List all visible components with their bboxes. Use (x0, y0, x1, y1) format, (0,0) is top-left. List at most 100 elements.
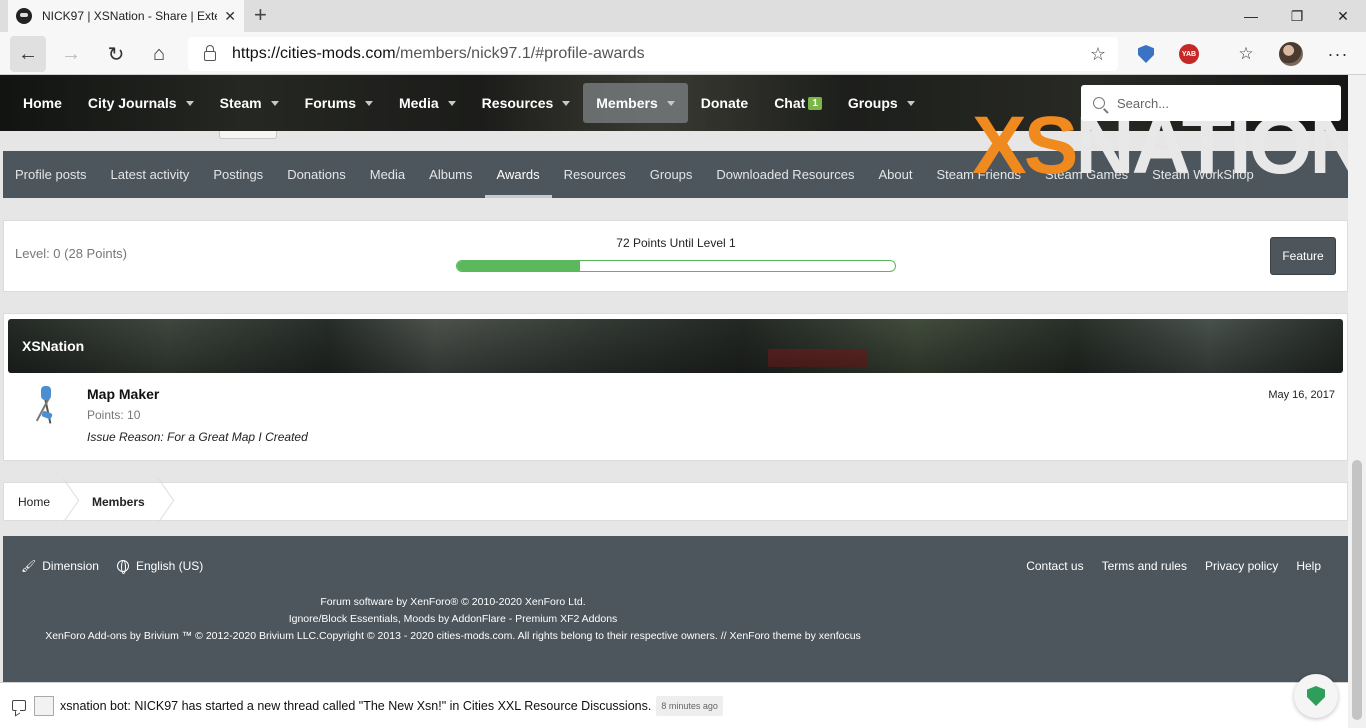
breadcrumb-home[interactable]: Home (4, 483, 72, 520)
profile-avatar-icon[interactable] (1279, 42, 1303, 66)
chat-icon[interactable] (12, 700, 26, 711)
url-text[interactable]: https://cities-mods.com/members/nick97.1… (232, 45, 645, 63)
address-bar[interactable]: https://cities-mods.com/members/nick97.1… (188, 37, 1118, 71)
footer-line-xenforo[interactable]: Forum software by XenForo® © 2010-2020 X… (3, 594, 903, 611)
nav-item-label[interactable]: Donate (701, 95, 748, 111)
forward-arrow-icon[interactable]: → (53, 36, 89, 72)
chevron-down-icon[interactable] (185, 100, 194, 106)
browser-tab-bar: NICK97 | XSNation - Share | Exte ✕ + — ❐… (0, 0, 1366, 32)
site-search[interactable] (1081, 85, 1341, 121)
maximize-icon[interactable]: ❐ (1274, 0, 1320, 32)
tab-close-icon[interactable]: ✕ (224, 8, 236, 25)
site-footer: 🖌 Dimension English (US) Contact us Term… (3, 536, 1348, 682)
search-input[interactable] (1117, 95, 1317, 111)
tab-latest-activity[interactable]: Latest activity (99, 151, 202, 198)
chat-message[interactable]: xsnation bot: NICK97 has started a new t… (60, 699, 651, 713)
chevron-down-icon[interactable] (562, 100, 571, 106)
award-date: May 16, 2017 (1268, 389, 1335, 401)
tab-resources[interactable]: Resources (552, 151, 638, 198)
breadcrumb-home-label[interactable]: Home (18, 495, 50, 509)
tab-downloaded-resources[interactable]: Downloaded Resources (704, 151, 866, 198)
favorites-icon[interactable]: ☆ (1234, 42, 1258, 66)
awards-section-header: XSNation (8, 319, 1343, 373)
browser-tab[interactable]: NICK97 | XSNation - Share | Exte ✕ (8, 0, 244, 32)
footer-line-addonflare[interactable]: Ignore/Block Essentials, Moods by AddonF… (3, 611, 903, 628)
nav-item-label[interactable]: Resources (482, 95, 554, 111)
footer-link-help[interactable]: Help (1296, 559, 1321, 573)
chevron-down-icon[interactable] (447, 100, 456, 106)
tab-postings[interactable]: Postings (201, 151, 275, 198)
footer-links: Contact us Terms and rules Privacy polic… (1008, 559, 1321, 573)
feature-button[interactable]: Feature (1270, 237, 1336, 275)
refresh-icon[interactable]: ↻ (98, 36, 134, 72)
nav-item-members[interactable]: Members (583, 83, 688, 123)
footer-link-terms[interactable]: Terms and rules (1102, 559, 1187, 573)
nav-item-chat[interactable]: Chat 1 (761, 83, 835, 123)
tab-profile-posts[interactable]: Profile posts (3, 151, 99, 198)
tab-awards[interactable]: Awards (484, 151, 552, 198)
chevron-down-icon[interactable] (666, 100, 675, 106)
award-points: Points: 10 (87, 408, 141, 422)
chat-ticker[interactable]: xsnation bot: NICK97 has started a new t… (0, 682, 1348, 728)
site-nav-items: Home City Journals Steam Forums Media Resourc… (10, 83, 928, 123)
window-close-icon[interactable]: ✕ (1320, 0, 1366, 32)
nav-item-donate[interactable]: Donate (688, 83, 761, 123)
back-arrow-icon[interactable]: ← (10, 36, 46, 72)
level-text: Level: 0 (28 Points) (15, 246, 128, 261)
profile-header-button-edge[interactable] (219, 131, 277, 139)
nav-item-home[interactable]: Home (10, 83, 75, 123)
breadcrumb-chevron-icon (155, 483, 167, 520)
breadcrumb-members-label[interactable]: Members (92, 495, 145, 509)
new-tab-icon[interactable]: + (254, 4, 267, 26)
home-icon[interactable]: ⌂ (141, 36, 177, 72)
more-menu-icon[interactable]: ··· (1326, 42, 1350, 66)
nav-item-media[interactable]: Media (386, 83, 469, 123)
privacy-shield-extension-icon[interactable] (1134, 42, 1158, 66)
nav-item-label[interactable]: Media (399, 95, 439, 111)
chevron-down-icon[interactable] (270, 100, 279, 106)
nav-item-label[interactable]: Home (23, 95, 62, 111)
award-title[interactable]: Map Maker (87, 386, 159, 402)
site-favicon-icon (16, 8, 32, 24)
nav-item-label[interactable]: Chat (774, 95, 805, 111)
level-block: Level: 0 (28 Points) 72 Points Until Lev… (3, 220, 1348, 292)
tab-about[interactable]: About (866, 151, 924, 198)
chevron-down-icon[interactable] (906, 100, 915, 106)
nav-item-label[interactable]: Groups (848, 95, 898, 111)
breadcrumb-chevron-icon (60, 483, 72, 520)
nav-item-label[interactable]: Steam (220, 95, 262, 111)
breadcrumb-members[interactable]: Members (72, 483, 167, 520)
nav-item-forums[interactable]: Forums (292, 83, 386, 123)
tab-media[interactable]: Media (358, 151, 417, 198)
tab-groups[interactable]: Groups (638, 151, 705, 198)
awards-section-title: XSNation (22, 338, 85, 354)
chevron-down-icon[interactable] (364, 100, 373, 106)
security-shield-button[interactable] (1294, 674, 1338, 718)
minimize-icon[interactable]: — (1228, 0, 1274, 32)
footer-link-privacy[interactable]: Privacy policy (1205, 559, 1278, 573)
nav-item-resources[interactable]: Resources (469, 83, 584, 123)
tab-albums[interactable]: Albums (417, 151, 484, 198)
tab-donations[interactable]: Donations (275, 151, 358, 198)
language-chooser-label[interactable]: English (US) (136, 559, 203, 573)
lock-icon[interactable] (204, 45, 216, 61)
page-scrollbar[interactable] (1348, 75, 1366, 728)
nav-item-groups[interactable]: Groups (835, 83, 928, 123)
search-icon (1093, 97, 1105, 109)
browser-tab-title: NICK97 | XSNation - Share | Exte (42, 9, 217, 23)
footer-line-copyright[interactable]: XenForo Add-ons by Brivium ™ © 2012-2020… (3, 628, 903, 645)
nav-item-label[interactable]: Forums (305, 95, 356, 111)
nav-item-label[interactable]: City Journals (88, 95, 177, 111)
bookmark-star-icon[interactable]: ☆ (1090, 44, 1106, 65)
style-chooser[interactable]: 🖌 Dimension (21, 559, 99, 573)
footer-link-contact[interactable]: Contact us (1026, 559, 1083, 573)
style-chooser-label[interactable]: Dimension (42, 559, 99, 573)
awards-block: XSNation Map Maker Points: 10 Issue Reas… (3, 313, 1348, 461)
nav-item-city-journals[interactable]: City Journals (75, 83, 207, 123)
nav-item-steam[interactable]: Steam (207, 83, 292, 123)
yab-extension-icon[interactable]: YAB (1177, 42, 1201, 66)
scrollbar-thumb[interactable] (1352, 460, 1362, 720)
language-chooser[interactable]: English (US) (116, 559, 203, 574)
bot-avatar (34, 695, 54, 716)
nav-item-label[interactable]: Members (596, 95, 657, 111)
